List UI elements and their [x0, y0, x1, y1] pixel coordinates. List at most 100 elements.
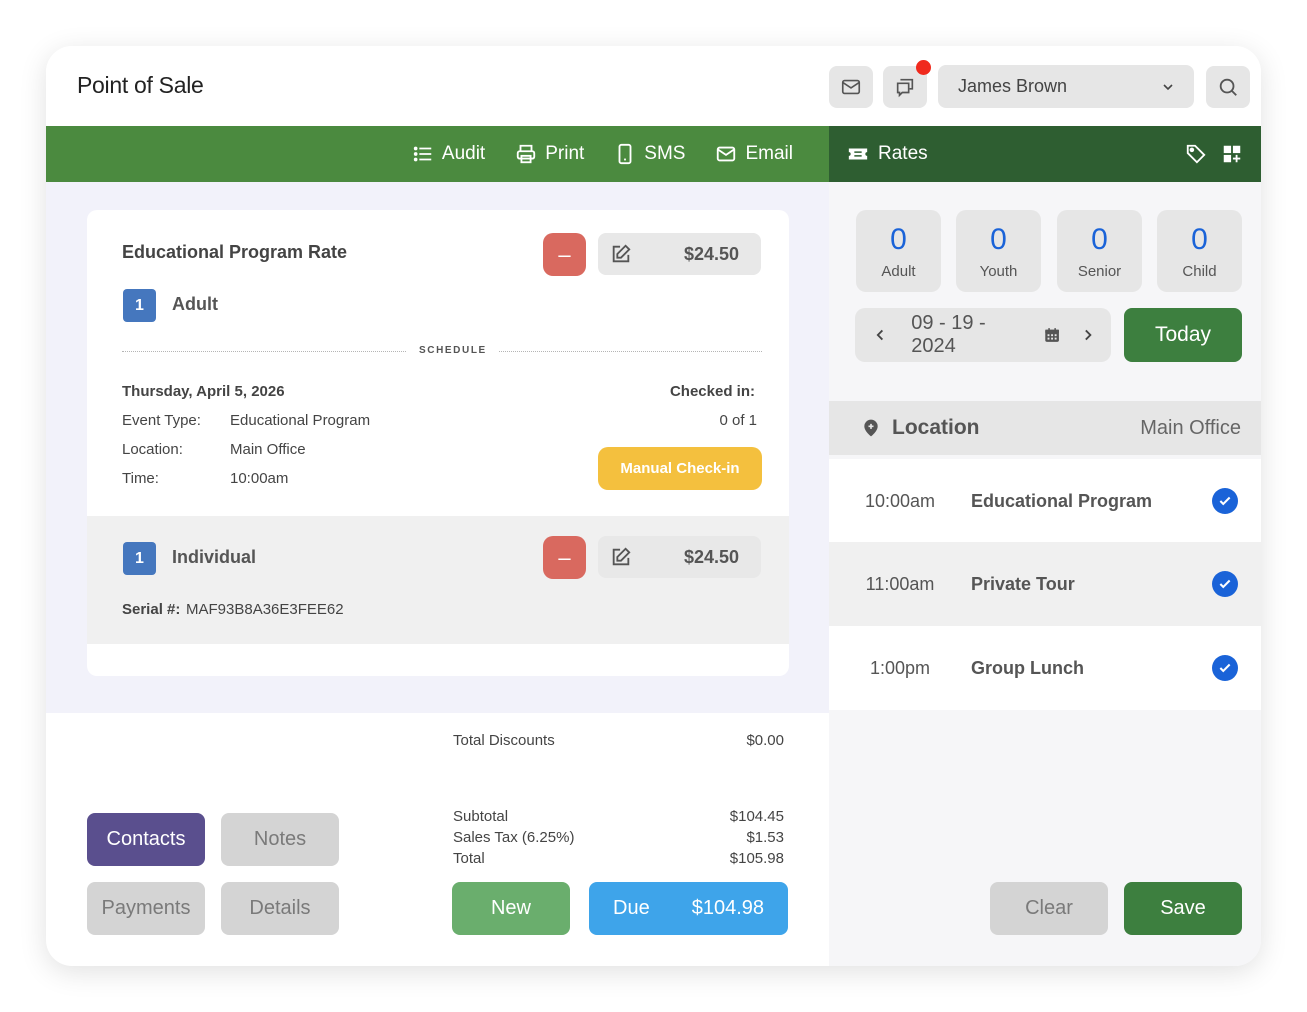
- count-value: 0: [990, 223, 1007, 256]
- check-circle-icon[interactable]: [1212, 571, 1238, 597]
- due-button[interactable]: Due $104.98: [589, 882, 788, 935]
- count-value: 0: [1091, 223, 1108, 256]
- mail-icon: [717, 146, 736, 162]
- sms-button[interactable]: SMS: [614, 143, 685, 165]
- event-name: Private Tour: [971, 573, 1075, 594]
- count-label: Senior: [1077, 263, 1122, 280]
- due-amount: $104.98: [691, 897, 764, 919]
- subtotal-label: Subtotal: [453, 808, 509, 825]
- time-value: 10:00am: [230, 470, 289, 487]
- checked-in-label: Checked in:: [669, 383, 755, 400]
- event-name: Group Lunch: [971, 657, 1084, 678]
- list-icon: [413, 146, 432, 162]
- action-toolbar: Audit Print SMS Email: [46, 126, 829, 182]
- calendar-icon[interactable]: [1043, 325, 1061, 345]
- mail-icon: [841, 79, 861, 95]
- location-pin-icon: [864, 419, 878, 437]
- rates-bar: Rates: [829, 126, 1261, 182]
- sub-quantity-badge[interactable]: 1: [123, 542, 156, 575]
- chevron-left-icon[interactable]: [871, 325, 889, 345]
- event-row[interactable]: 10:00am Educational Program: [829, 459, 1261, 543]
- contacts-button[interactable]: Contacts: [87, 813, 205, 866]
- audit-label: Audit: [441, 143, 486, 164]
- serial-value: MAF93B8A36E3FEE62: [186, 601, 344, 618]
- quantity-badge[interactable]: 1: [123, 289, 156, 322]
- phone-icon: [618, 143, 632, 165]
- count-value: 0: [890, 223, 907, 256]
- count-adult[interactable]: 0 Adult: [856, 210, 941, 292]
- header: Point of Sale James Brown: [46, 46, 1261, 126]
- mail-button[interactable]: [829, 66, 873, 108]
- notes-button[interactable]: Notes: [221, 813, 339, 866]
- serial-label: Serial #:: [122, 601, 181, 618]
- check-circle-icon[interactable]: [1212, 488, 1238, 514]
- event-time: 10:00am: [864, 490, 936, 511]
- event-row[interactable]: 1:00pm Group Lunch: [829, 626, 1261, 710]
- chevron-right-icon[interactable]: [1079, 325, 1097, 345]
- count-label: Adult: [881, 263, 916, 280]
- subtotal-value: $104.45: [729, 808, 784, 825]
- ticket-icon: [848, 148, 868, 160]
- count-child[interactable]: 0 Child: [1157, 210, 1242, 292]
- new-button[interactable]: New: [452, 882, 570, 935]
- remove-sub-item-button[interactable]: –: [543, 536, 586, 579]
- sub-item-row: 1 Individual – $24.50 Serial #: MAF93B8A…: [87, 516, 789, 644]
- clear-button[interactable]: Clear: [990, 882, 1108, 935]
- item-price: $24.50: [683, 243, 739, 264]
- edit-sub-price-button[interactable]: $24.50: [598, 536, 761, 578]
- details-button[interactable]: Details: [221, 882, 339, 935]
- tax-value: $1.53: [746, 829, 784, 846]
- location-value: Main Office: [230, 441, 306, 458]
- rates-label: Rates: [878, 143, 928, 164]
- grid-add-icon[interactable]: [1221, 143, 1243, 165]
- discounts-label: Total Discounts: [453, 732, 555, 749]
- manual-checkin-button[interactable]: Manual Check-in: [598, 447, 762, 490]
- location-bar[interactable]: Location Main Office: [829, 401, 1261, 455]
- save-button[interactable]: Save: [1124, 882, 1242, 935]
- location-title: Location: [892, 416, 980, 439]
- checked-in-value: 0 of 1: [719, 412, 757, 429]
- search-button[interactable]: [1206, 66, 1250, 108]
- rates-tab[interactable]: Rates: [847, 143, 1185, 165]
- remove-item-button[interactable]: –: [543, 233, 586, 276]
- chat-button[interactable]: [883, 60, 931, 108]
- event-type-value: Educational Program: [230, 412, 371, 429]
- time-label: Time:: [122, 470, 159, 487]
- count-youth[interactable]: 0 Youth: [956, 210, 1041, 292]
- payments-button[interactable]: Payments: [87, 882, 205, 935]
- audit-button[interactable]: Audit: [412, 143, 485, 165]
- due-label: Due: [613, 897, 650, 919]
- sub-item-label: Individual: [172, 547, 257, 567]
- discounts-value: $0.00: [746, 732, 784, 749]
- item-title: Educational Program Rate: [122, 242, 348, 262]
- schedule-label: SCHEDULE: [407, 345, 499, 356]
- location-value: Main Office: [1140, 416, 1241, 439]
- email-button[interactable]: Email: [715, 143, 793, 165]
- edit-price-button[interactable]: $24.50: [598, 233, 761, 275]
- location-label: Location:: [122, 441, 183, 458]
- event-row[interactable]: 11:00am Private Tour: [829, 542, 1261, 626]
- print-label: Print: [545, 143, 585, 164]
- count-label: Youth: [979, 263, 1018, 280]
- today-button[interactable]: Today: [1124, 308, 1242, 362]
- total-label: Total: [453, 850, 485, 867]
- user-select[interactable]: James Brown: [938, 65, 1194, 108]
- event-time: 11:00am: [865, 573, 935, 594]
- print-button[interactable]: Print: [515, 143, 584, 165]
- sms-label: SMS: [644, 143, 686, 164]
- date-value[interactable]: 09 - 19 - 2024: [911, 312, 1024, 358]
- order-item-card: Educational Program Rate – $24.50 1 Adul…: [87, 210, 789, 676]
- tax-label: Sales Tax (6.25%): [453, 829, 575, 846]
- printer-icon: [517, 144, 536, 164]
- tag-icon[interactable]: [1185, 143, 1207, 165]
- email-label: Email: [745, 143, 793, 164]
- sub-item-price: $24.50: [683, 546, 739, 567]
- check-circle-icon[interactable]: [1212, 655, 1238, 681]
- count-senior[interactable]: 0 Senior: [1057, 210, 1142, 292]
- edit-icon: [612, 244, 631, 263]
- page-title: Point of Sale: [77, 72, 204, 98]
- edit-icon: [612, 547, 631, 566]
- event-type-label: Event Type:: [122, 412, 201, 429]
- chat-icon: [896, 78, 914, 98]
- chevron-down-icon: [1163, 83, 1173, 90]
